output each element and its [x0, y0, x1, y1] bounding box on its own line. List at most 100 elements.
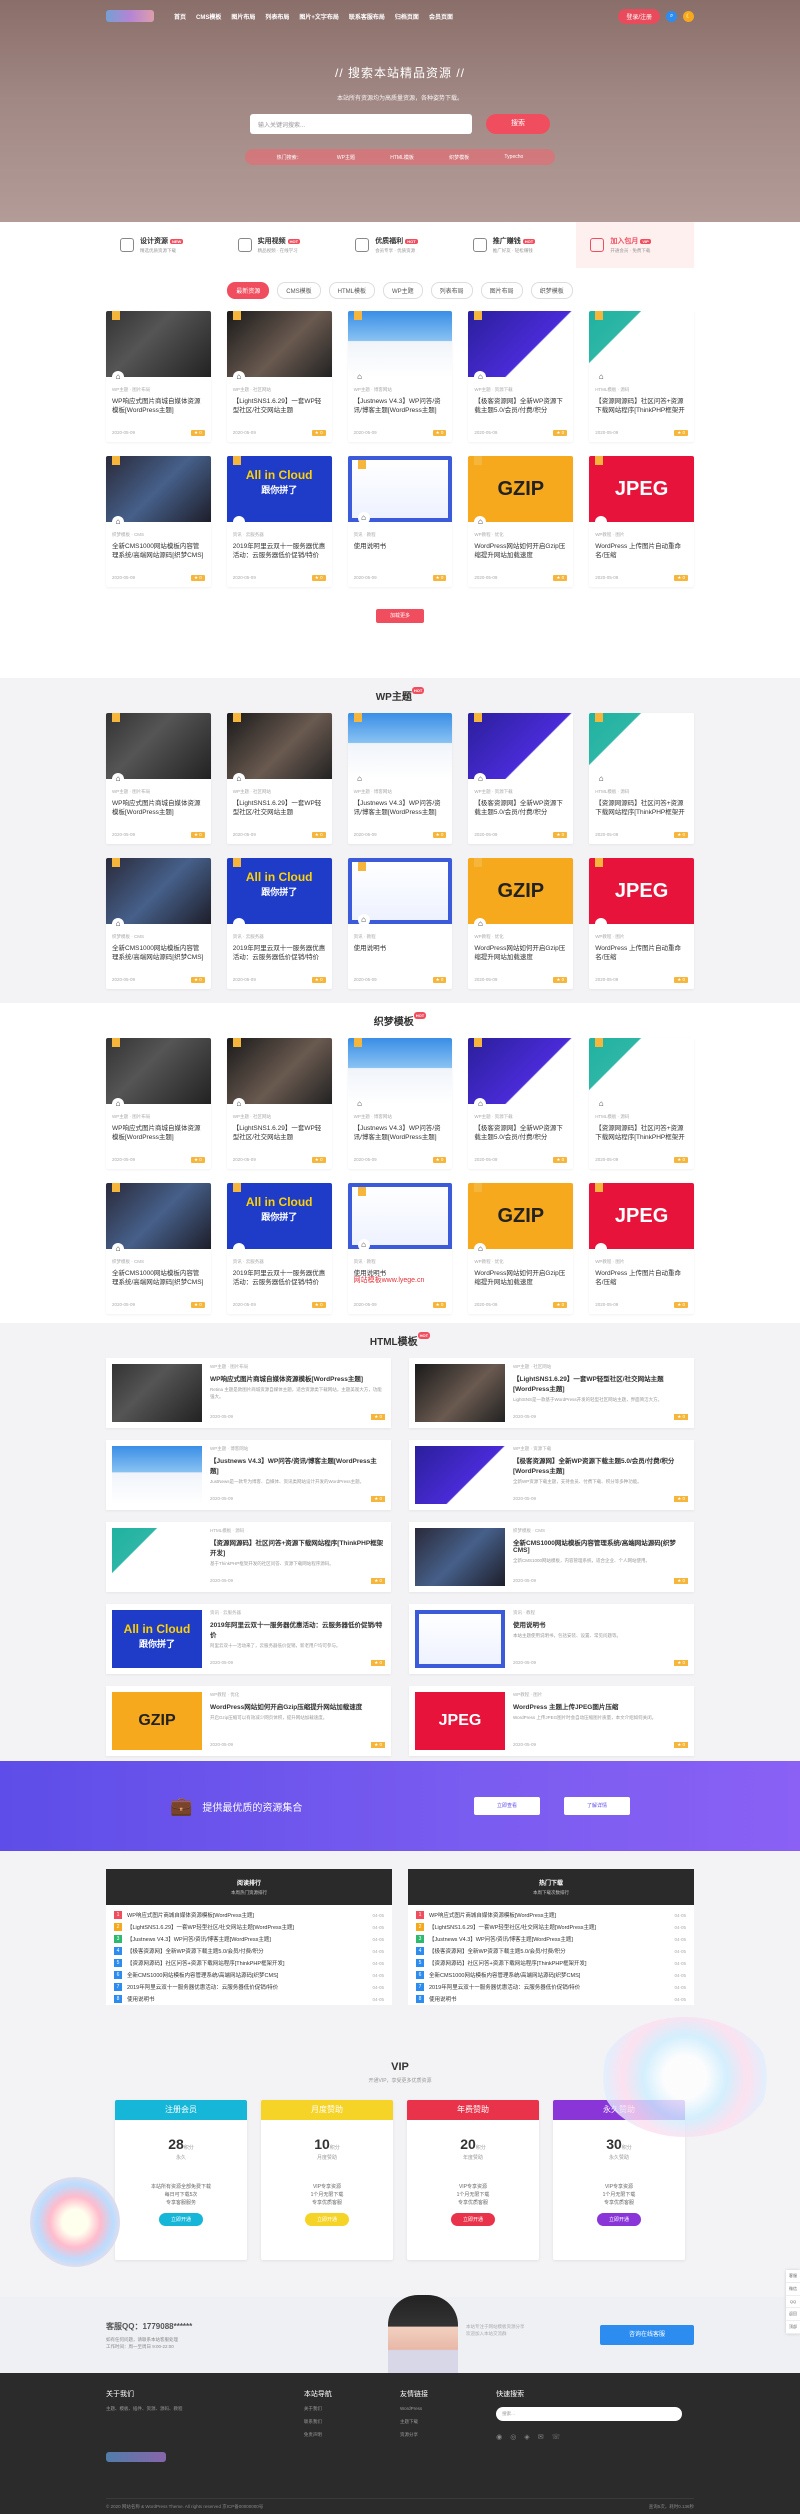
card-thumbnail[interactable]: ⌂: [347, 1038, 453, 1110]
card-title[interactable]: 【Justnews V4.3】WP问答/资讯/博客主题[WordPress主题]: [354, 1124, 447, 1142]
tab-latest[interactable]: 最新资源: [227, 282, 270, 299]
card-thumbnail[interactable]: All in Cloud 跟你拼了 ⌂: [226, 456, 332, 528]
list-item[interactable]: All in Cloud 跟你拼了 资讯 · 云服务器 2019年阿里云双十一服务器优…: [106, 1604, 391, 1674]
card-thumbnail[interactable]: ⌂: [106, 858, 211, 930]
list-title[interactable]: 【LightSNS1.6.29】一套WP轻型社区/社交网站主题[WordPres…: [513, 1373, 688, 1393]
card-title[interactable]: 全新CMS1000网站模板内容管理系统/高端网站源码[织梦CMS]: [112, 944, 205, 962]
card-thumbnail[interactable]: JPEG ⌂: [589, 1183, 694, 1255]
resource-card[interactable]: ⌂ WP主题 · 资源下载 【极客资源网】全新WP资源下载主题5.0/会员/付费/积…: [468, 713, 574, 844]
phone-icon[interactable]: ☏: [552, 2433, 561, 2441]
resource-card[interactable]: JPEG ⌂ WP教程 · 图片 WordPress 上传图片自动重命名/压缩 2020…: [589, 858, 694, 989]
menu-item[interactable]: 列表布局: [265, 12, 289, 21]
hot-word-link[interactable]: Typecho: [504, 154, 523, 160]
moon-icon[interactable]: ☾: [683, 10, 694, 22]
rank-item[interactable]: 7 2019年阿里云双十一服务器优惠活动：云服务器低价促销/特价 04-05: [106, 1981, 392, 1993]
list-thumbnail[interactable]: [415, 1610, 505, 1668]
rank-item[interactable]: 6 全新CMS1000网站模板内容管理系统/高端网站源码[织梦CMS] 04-05: [106, 1969, 392, 1981]
feature-item[interactable]: 推广赚钱 HOT 推广好友 · 轻松赚钱: [459, 222, 577, 268]
banner-button-view[interactable]: 立即查看: [474, 1797, 540, 1815]
feature-item[interactable]: 设计资源 NEW 精选优质资源下载: [106, 222, 224, 268]
list-thumbnail[interactable]: [415, 1364, 505, 1422]
rank-item[interactable]: 8 使用说明书 04-05: [408, 1993, 694, 2005]
resource-card[interactable]: ⌂ 资讯 · 教程 使用说明书 2020-05-09 ★ 0: [347, 456, 453, 587]
list-item[interactable]: WP主题 · 图片布局 WP响应式图片商城自媒体资源模板[WordPress主题]…: [106, 1358, 391, 1428]
menu-item[interactable]: 联系客服布局: [349, 12, 385, 21]
list-item[interactable]: 资讯 · 教程 使用说明书 本站主题使用说明书，包括安装、设置、常见问题等。 2020…: [409, 1604, 694, 1674]
card-thumbnail[interactable]: ⌂: [468, 713, 574, 785]
card-title[interactable]: 【极客资源网】全新WP资源下载主题5.0/会员/付费/积分[WordPress主…: [474, 1124, 567, 1142]
feature-item[interactable]: 优质福利 HOT 会员专享 · 优质资源: [341, 222, 459, 268]
plan-buy-button[interactable]: 立即开通: [158, 2213, 203, 2226]
card-thumbnail[interactable]: ⌂: [589, 713, 694, 785]
rank-item[interactable]: 3 【Justnews V4.3】WP问答/资讯/博客主题[WordPress主题…: [408, 1933, 694, 1945]
card-title[interactable]: 使用说明书: [354, 944, 447, 962]
rank-title[interactable]: 全新CMS1000网站模板内容管理系统/高端网站源码[织梦CMS]: [429, 1971, 668, 1979]
site-logo[interactable]: [106, 10, 154, 22]
menu-item[interactable]: 归档页面: [395, 12, 419, 21]
qq-icon[interactable]: ◎: [510, 2433, 516, 2441]
tab-cms[interactable]: CMS模板: [277, 282, 321, 299]
rank-item[interactable]: 5 【资源网源码】社区问答+资源下载网站程序[ThinkPHP框架开发] 04-05: [106, 1957, 392, 1969]
card-title[interactable]: 2019年阿里云双十一服务器优惠活动：云服务器低价促销/特价: [233, 944, 326, 962]
card-thumbnail[interactable]: ⌂: [106, 1183, 211, 1255]
card-thumbnail[interactable]: All in Cloud 跟你拼了 ⌂: [226, 1183, 332, 1255]
footer-link[interactable]: 联系我们: [304, 2418, 400, 2425]
menu-item[interactable]: 首页: [174, 12, 186, 21]
card-title[interactable]: WordPress网站如何开启Gzip压缩提升网站加载速度: [474, 944, 567, 962]
rank-title[interactable]: 2019年阿里云双十一服务器优惠活动：云服务器低价促销/特价: [429, 1983, 668, 1991]
list-thumbnail[interactable]: [415, 1528, 505, 1586]
card-title[interactable]: 【Justnews V4.3】WP问答/资讯/博客主题[WordPress主题]: [354, 799, 447, 817]
resource-card[interactable]: ⌂ WP主题 · 资源下载 【极客资源网】全新WP资源下载主题5.0/会员/付费/积…: [468, 311, 574, 442]
card-title[interactable]: 【LightSNS1.6.29】一套WP轻型社区/社交网站主题[WordPres…: [233, 799, 326, 817]
rank-title[interactable]: 【资源网源码】社区问答+资源下载网站程序[ThinkPHP框架开发]: [127, 1959, 366, 1967]
rank-item[interactable]: 4 【极客资源网】全新WP资源下载主题5.0/会员/付费/积分 04-05: [106, 1945, 392, 1957]
card-title[interactable]: WP响应式图片商城自媒体资源模板[WordPress主题]: [112, 1124, 205, 1142]
card-title[interactable]: 【极客资源网】全新WP资源下载主题5.0/会员/付费/积分[WordPress主…: [474, 799, 567, 817]
rank-item[interactable]: 2 【LightSNS1.6.29】一套WP轻型社区/社交网站主题[WordPre…: [106, 1921, 392, 1933]
card-thumbnail[interactable]: ⌂: [468, 1038, 574, 1110]
resource-card[interactable]: ⌂ WP主题 · 社区网站 【LightSNS1.6.29】一套WP轻型社区/社交网…: [226, 1038, 332, 1169]
mail-icon[interactable]: ✉: [538, 2433, 544, 2441]
list-item[interactable]: WP主题 · 博客网站 【Justnews V4.3】WP问答/资讯/博客主题[W…: [106, 1440, 391, 1510]
tab-list[interactable]: 列表布局: [430, 282, 473, 299]
list-thumbnail[interactable]: All in Cloud 跟你拼了: [112, 1610, 202, 1668]
resource-card[interactable]: All in Cloud 跟你拼了 ⌂ 资讯 · 云服务器 2019年阿里云双十一服务器…: [226, 1183, 332, 1314]
card-title[interactable]: 【资源网源码】社区问答+资源下载网站程序[ThinkPHP框架开发]: [595, 1124, 688, 1142]
card-title[interactable]: 使用说明书: [354, 542, 447, 560]
sidebar-back[interactable]: 返回: [786, 2308, 800, 2321]
list-item[interactable]: WP主题 · 社区网站 【LightSNS1.6.29】一套WP轻型社区/社交网站…: [409, 1358, 694, 1428]
card-title[interactable]: WP响应式图片商城自媒体资源模板[WordPress主题]: [112, 397, 205, 415]
list-title[interactable]: WordPress 主题上传JPEG图片压缩: [513, 1701, 688, 1711]
menu-item[interactable]: 图片布局: [231, 12, 255, 21]
rank-item[interactable]: 5 【资源网源码】社区问答+资源下载网站程序[ThinkPHP框架开发] 04-05: [408, 1957, 694, 1969]
list-title[interactable]: 【Justnews V4.3】WP问答/资讯/博客主题[WordPress主题]: [210, 1455, 385, 1475]
rank-item[interactable]: 6 全新CMS1000网站模板内容管理系统/高端网站源码[织梦CMS] 04-05: [408, 1969, 694, 1981]
list-thumbnail[interactable]: [112, 1528, 202, 1586]
footer-link[interactable]: 主题下载: [400, 2418, 496, 2425]
card-title[interactable]: WP响应式图片商城自媒体资源模板[WordPress主题]: [112, 799, 205, 817]
sidebar-wechat[interactable]: 微信: [786, 2283, 800, 2296]
card-title[interactable]: 全新CMS1000网站模板内容管理系统/高端网站源码[织梦CMS]: [112, 542, 205, 560]
resource-card[interactable]: GZIP ⌂ WP教程 · 优化 WordPress网站如何开启Gzip压缩提升网站加…: [468, 1183, 574, 1314]
rank-title[interactable]: 【Justnews V4.3】WP问答/资讯/博客主题[WordPress主题]: [127, 1935, 366, 1943]
rank-item[interactable]: 1 WP响应式图片商城自媒体资源模板[WordPress主题] 04-05: [408, 1909, 694, 1921]
resource-card[interactable]: ⌂ 织梦模板 · CMS 全新CMS1000网站模板内容管理系统/高端网站源码[织梦…: [106, 1183, 211, 1314]
card-title[interactable]: 【资源网源码】社区问答+资源下载网站程序[ThinkPHP框架开发]: [595, 397, 688, 415]
sidebar-top[interactable]: 顶部: [786, 2321, 800, 2334]
footer-logo[interactable]: [106, 2452, 166, 2462]
list-item[interactable]: 织梦模板 · CMS 全新CMS1000网站模板内容管理系统/高端网站源码[织梦C…: [409, 1522, 694, 1592]
rank-title[interactable]: WP响应式图片商城自媒体资源模板[WordPress主题]: [429, 1911, 668, 1919]
rank-item[interactable]: 7 2019年阿里云双十一服务器优惠活动：云服务器低价促销/特价 04-05: [408, 1981, 694, 1993]
resource-card[interactable]: All in Cloud 跟你拼了 ⌂ 资讯 · 云服务器 2019年阿里云双十一服务器…: [226, 456, 332, 587]
search-button[interactable]: 搜索: [486, 114, 550, 134]
rank-title[interactable]: 全新CMS1000网站模板内容管理系统/高端网站源码[织梦CMS]: [127, 1971, 366, 1979]
card-title[interactable]: WordPress网站如何开启Gzip压缩提升网站加载速度: [474, 542, 567, 560]
list-title[interactable]: 【资源网源码】社区问答+资源下载网站程序[ThinkPHP框架开发]: [210, 1537, 385, 1557]
list-title[interactable]: 使用说明书: [513, 1619, 688, 1629]
card-thumbnail[interactable]: GZIP ⌂: [468, 456, 574, 528]
rank-title[interactable]: 2019年阿里云双十一服务器优惠活动：云服务器低价促销/特价: [127, 1983, 366, 1991]
feature-item[interactable]: 加入包月 VIP 开通会员 · 免费下载: [576, 222, 694, 268]
card-title[interactable]: 全新CMS1000网站模板内容管理系统/高端网站源码[织梦CMS]: [112, 1269, 205, 1287]
resource-card[interactable]: ⌂ 织梦模板 · CMS 全新CMS1000网站模板内容管理系统/高端网站源码[织梦…: [106, 456, 211, 587]
card-title[interactable]: 【资源网源码】社区问答+资源下载网站程序[ThinkPHP框架开发]: [595, 799, 688, 817]
